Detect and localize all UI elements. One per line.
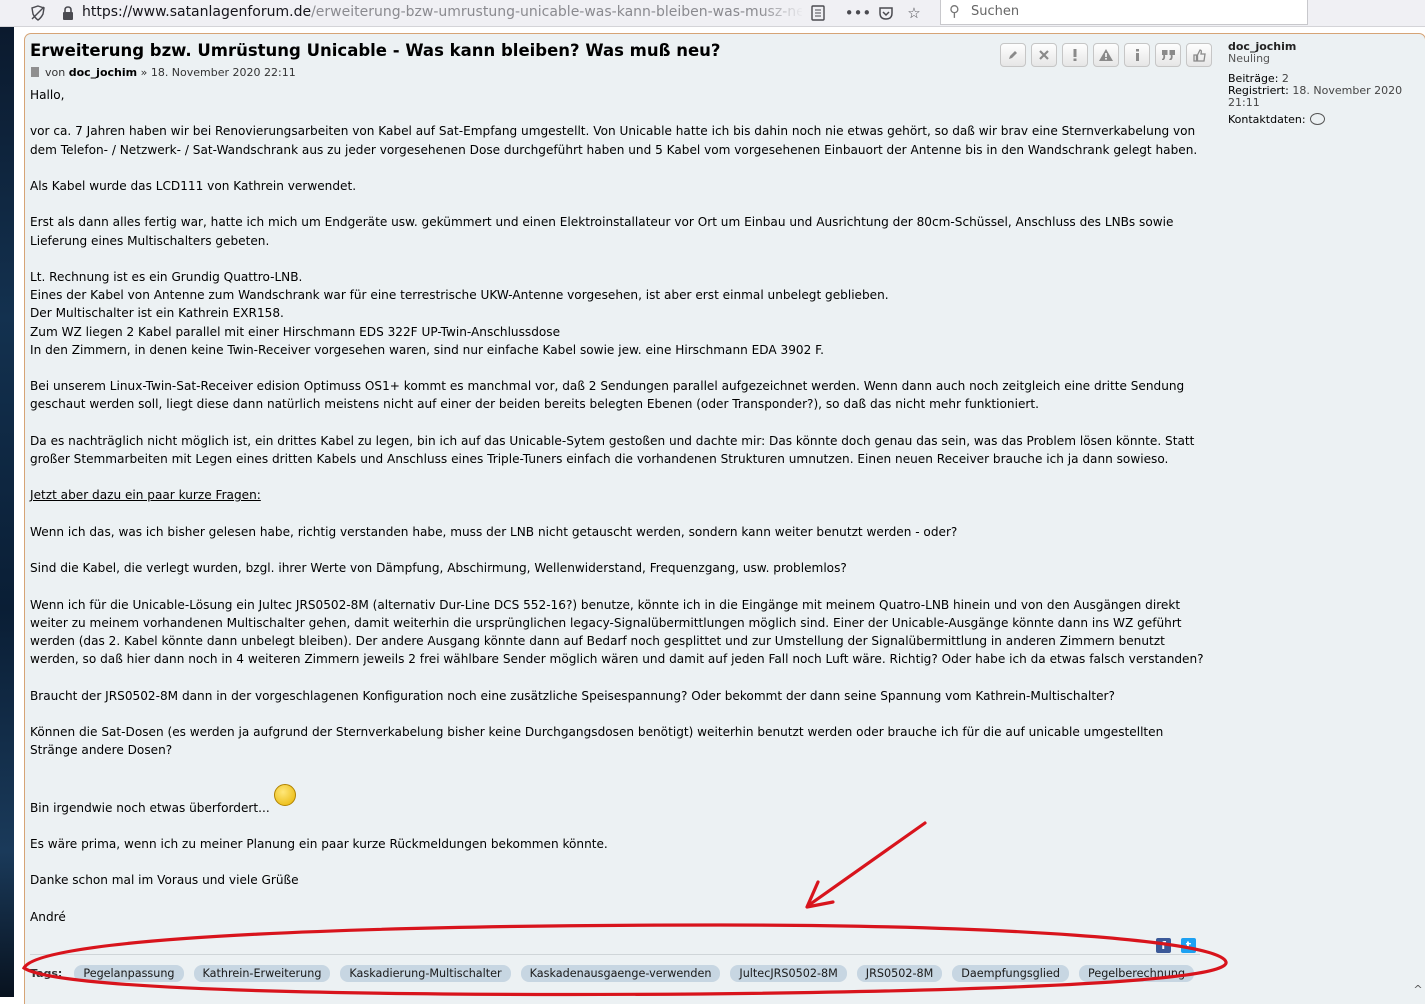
info-button[interactable] [1124, 43, 1150, 67]
post-title[interactable]: Erweiterung bzw. Umrüstung Unicable - Wa… [30, 41, 720, 60]
post-paragraph: In den Zimmern, in denen keine Twin-Rece… [30, 342, 824, 357]
post-paragraph: Bei unserem Linux-Twin-Sat-Receiver edis… [30, 379, 1185, 412]
post-paragraph: Wenn ich für die Unicable-Lösung ein Jul… [30, 597, 1204, 667]
warn-icon [1073, 49, 1077, 61]
url-domain: https://www.satanlagenforum.de [82, 4, 312, 20]
forum-post: Erweiterung bzw. Umrüstung Unicable - Wa… [24, 33, 1425, 1004]
tag-list: Tags: Pegelanpassung Kathrein-Erweiterun… [30, 965, 1195, 982]
confused-smiley-icon [273, 783, 296, 806]
pocket-icon[interactable] [876, 3, 896, 23]
post-paragraph: Lt. Rechnung ist es ein Grundig Quattro-… [30, 269, 303, 284]
delete-button[interactable] [1031, 43, 1057, 67]
post-byline: von doc_jochim » 18. November 2020 22:11 [31, 66, 296, 79]
url-bar[interactable]: https://www.satanlagenforum.de/erweiteru… [82, 4, 802, 20]
search-field[interactable]: ⚲ Suchen [940, 0, 1308, 25]
overwhelmed-text: Bin irgendwie noch etwas überfordert... [30, 800, 270, 815]
report-icon [1099, 49, 1113, 61]
post-author-link[interactable]: doc_jochim [69, 66, 137, 79]
post-divider [30, 954, 1200, 955]
post-paragraph: Da es nachträglich nicht möglich ist, ei… [30, 433, 1195, 466]
byline-prefix: von [45, 66, 66, 79]
quote-icon [1161, 50, 1175, 60]
like-icon [1192, 48, 1206, 62]
post-document-icon [31, 67, 39, 77]
edit-icon [1009, 51, 1017, 59]
post-paragraph: Erst als dann alles fertig war, hatte ic… [30, 215, 1174, 248]
tag-item[interactable]: JultecJRS0502-8M [730, 965, 847, 982]
chat-bubble-icon[interactable] [1309, 113, 1325, 125]
post-paragraph: Hallo, [30, 88, 65, 102]
post-paragraph: vor ca. 7 Jahren haben wir bei Renovieru… [30, 124, 1198, 157]
tag-item[interactable]: Pegelberechnung [1078, 965, 1195, 982]
tag-item[interactable]: Kaskadenausgaenge-verwenden [520, 965, 721, 982]
questions-heading: Jetzt aber dazu ein paar kurze Fragen: [30, 488, 261, 503]
report-button[interactable] [1093, 43, 1119, 67]
tag-item[interactable]: Pegelanpassung [74, 965, 184, 982]
quote-button[interactable] [1155, 43, 1181, 67]
like-button[interactable] [1186, 43, 1212, 67]
twitter-share-icon[interactable]: t [1181, 938, 1196, 953]
url-fade [760, 2, 804, 24]
post-paragraph: Als Kabel wurde das LCD111 von Kathrein … [30, 178, 357, 193]
tag-item[interactable]: Kathrein-Erweiterung [193, 965, 331, 982]
warn-button[interactable] [1062, 43, 1088, 67]
post-signature: André [30, 909, 66, 924]
post-paragraph: Sind die Kabel, die verlegt wurden, bzgl… [30, 561, 847, 576]
contact-label: Kontaktdaten: [1228, 113, 1306, 126]
facebook-share-icon[interactable]: f [1156, 938, 1171, 953]
post-paragraph: Bin irgendwie noch etwas überfordert... [30, 783, 1205, 817]
post-paragraph: Zum WZ liegen 2 Kabel parallel mit einer… [30, 324, 561, 339]
post-date: » 18. November 2020 22:11 [140, 66, 296, 79]
post-paragraph: Wenn ich das, was ich bisher gelesen hab… [30, 524, 958, 539]
reader-view-icon[interactable] [808, 3, 828, 23]
edit-button[interactable] [1000, 43, 1026, 67]
tags-label: Tags: [30, 967, 63, 980]
info-icon [1135, 49, 1139, 61]
bookmark-star-icon[interactable]: ☆ [904, 3, 924, 23]
profile-rank: Neuling [1228, 52, 1271, 65]
post-paragraph: Können die Sat-Dosen (es werden ja aufgr… [30, 724, 1164, 758]
post-paragraph: Braucht der JRS0502-8M dann in der vorge… [30, 688, 1115, 703]
delete-icon [1039, 50, 1049, 60]
tracking-shield-icon[interactable] [28, 3, 48, 23]
author-profile: doc_jochim Neuling Beiträge: 2 Registrie… [1228, 41, 1423, 126]
scroll-up-arrow-icon[interactable]: ^ [1411, 983, 1425, 997]
post-paragraph: Danke schon mal im Voraus und viele Grüß… [30, 873, 299, 888]
post-body: Hallo, vor ca. 7 Jahren haben wir bei Re… [30, 86, 1205, 926]
tag-item[interactable]: Daempfungsglied [952, 965, 1069, 982]
search-placeholder: Suchen [971, 4, 1020, 19]
url-path: /erweiterung-bzw-umrustung-unicable-was-… [311, 4, 802, 20]
desktop-wallpaper-strip [0, 27, 14, 997]
search-icon: ⚲ [949, 2, 960, 20]
post-action-buttons [1000, 43, 1212, 67]
browser-toolbar: https://www.satanlagenforum.de/erweiteru… [0, 0, 1425, 27]
post-paragraph: Der Multischalter ist ein Kathrein EXR15… [30, 306, 284, 321]
more-icon[interactable]: ••• [845, 3, 872, 23]
post-paragraph: Es wäre prima, wenn ich zu meiner Planun… [30, 836, 608, 851]
post-paragraph: Eines der Kabel von Antenne zum Wandschr… [30, 288, 889, 303]
tag-item[interactable]: JRS0502-8M [856, 965, 943, 982]
lock-icon[interactable] [58, 3, 78, 23]
tag-item[interactable]: Kaskadierung-Multischalter [340, 965, 511, 982]
